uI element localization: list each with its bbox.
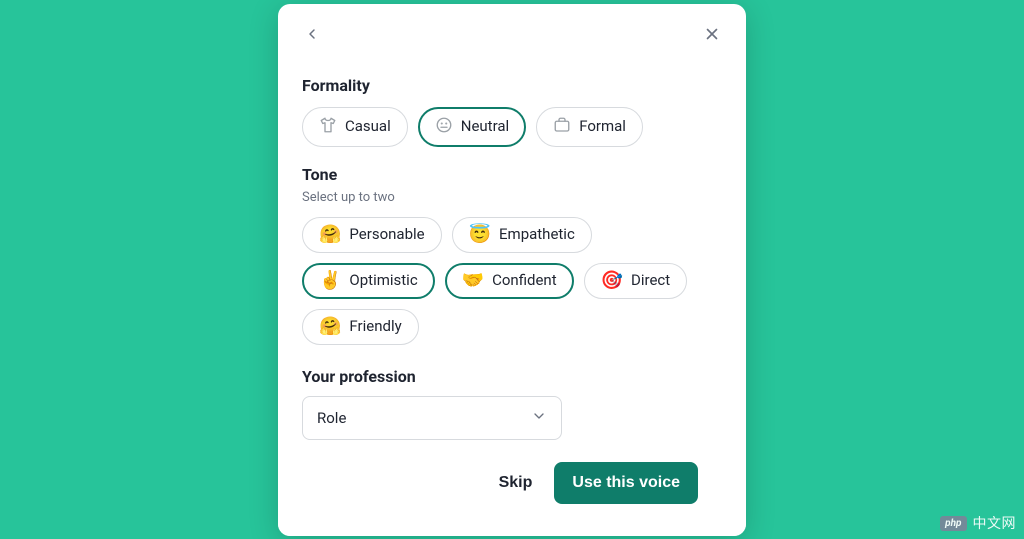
chip-label: Confident (492, 273, 557, 288)
formality-title: Formality (302, 76, 722, 95)
tone-options: 🤗 Personable 😇 Empathetic ✌️ Optimistic … (302, 217, 722, 345)
tone-chip-friendly[interactable]: 🤗 Friendly (302, 309, 419, 345)
target-icon: 🎯 (601, 272, 623, 290)
halo-face-icon: 😇 (469, 226, 491, 244)
back-button[interactable] (300, 22, 324, 46)
briefcase-icon (553, 116, 571, 138)
modal-header (278, 4, 746, 56)
chip-label: Friendly (349, 319, 401, 334)
smiling-hug-icon: 🤗 (319, 318, 341, 336)
tone-chip-optimistic[interactable]: ✌️ Optimistic (302, 263, 435, 299)
formality-chip-neutral[interactable]: Neutral (418, 107, 526, 147)
formality-chip-casual[interactable]: Casual (302, 107, 408, 147)
chevron-left-icon (304, 26, 320, 42)
profession-label: Your profession (302, 367, 722, 386)
formality-chip-formal[interactable]: Formal (536, 107, 643, 147)
watermark: php 中文网 (940, 513, 1016, 533)
tone-chip-empathetic[interactable]: 😇 Empathetic (452, 217, 592, 253)
hugging-face-icon: 🤗 (319, 226, 341, 244)
use-voice-button[interactable]: Use this voice (554, 462, 698, 504)
chip-label: Neutral (461, 119, 509, 134)
tone-title: Tone (302, 165, 722, 184)
chip-label: Optimistic (349, 273, 417, 288)
chip-label: Empathetic (499, 227, 575, 242)
chip-label: Formal (579, 119, 626, 134)
tone-chip-confident[interactable]: 🤝 Confident (445, 263, 574, 299)
profession-select-wrap: Role (302, 396, 562, 440)
skip-button[interactable]: Skip (491, 464, 541, 502)
formality-options: Casual Neutral Formal (302, 107, 722, 147)
tone-chip-direct[interactable]: 🎯 Direct (584, 263, 688, 299)
chip-label: Personable (349, 227, 424, 242)
profession-select[interactable]: Role (302, 396, 562, 440)
watermark-badge: php (940, 516, 966, 531)
modal-footer: Skip Use this voice (302, 440, 722, 514)
victory-hand-icon: ✌️ (319, 272, 341, 290)
voice-settings-modal: Formality Casual Neutral Formal (278, 4, 746, 536)
face-neutral-icon (435, 116, 453, 138)
chip-label: Casual (345, 119, 391, 134)
close-button[interactable] (700, 22, 724, 46)
tone-hint: Select up to two (302, 190, 722, 205)
profession-placeholder: Role (317, 409, 346, 427)
close-icon (703, 25, 721, 43)
modal-body: Formality Casual Neutral Formal (278, 56, 746, 536)
tshirt-icon (319, 116, 337, 138)
handshake-icon: 🤝 (462, 272, 484, 290)
chip-label: Direct (631, 273, 670, 288)
tone-chip-personable[interactable]: 🤗 Personable (302, 217, 442, 253)
chevron-down-icon (531, 408, 547, 428)
watermark-text: 中文网 (973, 513, 1017, 533)
